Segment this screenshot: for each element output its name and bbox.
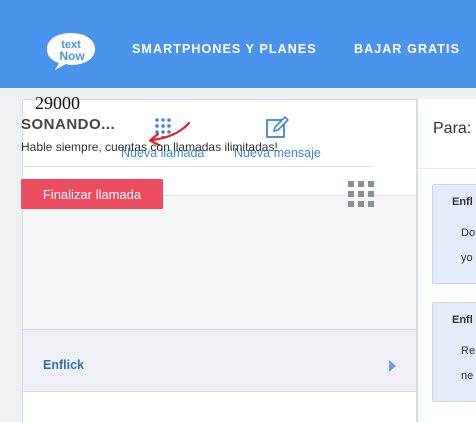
- message-line: yo: [461, 252, 473, 264]
- call-status: SONANDO...: [21, 116, 116, 133]
- call-number: 29000: [35, 93, 80, 113]
- top-navigation-bar: text Now SMARTPHONES Y PLANES BAJAR GRAT…: [0, 0, 476, 88]
- chevron-right-icon[interactable]: [389, 360, 396, 372]
- to-label: Para:: [433, 120, 472, 137]
- message-line: ne: [461, 370, 474, 382]
- call-description: Hable siempre, cuentas con llamadas ilim…: [21, 140, 278, 154]
- compose-icon: [265, 114, 290, 142]
- message-card[interactable]: Enfl Re ne: [432, 302, 476, 402]
- end-call-button[interactable]: Finalizar llamada: [21, 179, 163, 209]
- textnow-logo[interactable]: text Now: [44, 30, 98, 72]
- call-card-divider: [21, 166, 373, 167]
- message-card[interactable]: Enfl Do yo: [432, 184, 476, 284]
- message-line: Do: [461, 227, 476, 239]
- contact-name[interactable]: Enflick: [43, 358, 84, 372]
- compose-divider: [417, 168, 476, 169]
- message-title: Enfl: [452, 314, 473, 326]
- nav-bajar-gratis[interactable]: BAJAR GRATIS: [354, 42, 460, 56]
- message-title: Enfl: [452, 196, 473, 208]
- nav-smartphones-y-planes[interactable]: SMARTPHONES Y PLANES: [132, 42, 317, 56]
- logo-text-bottom: Now: [59, 49, 85, 63]
- message-line: Re: [461, 345, 476, 357]
- active-call-card: [23, 196, 416, 330]
- keypad-grid-icon[interactable]: [348, 181, 374, 207]
